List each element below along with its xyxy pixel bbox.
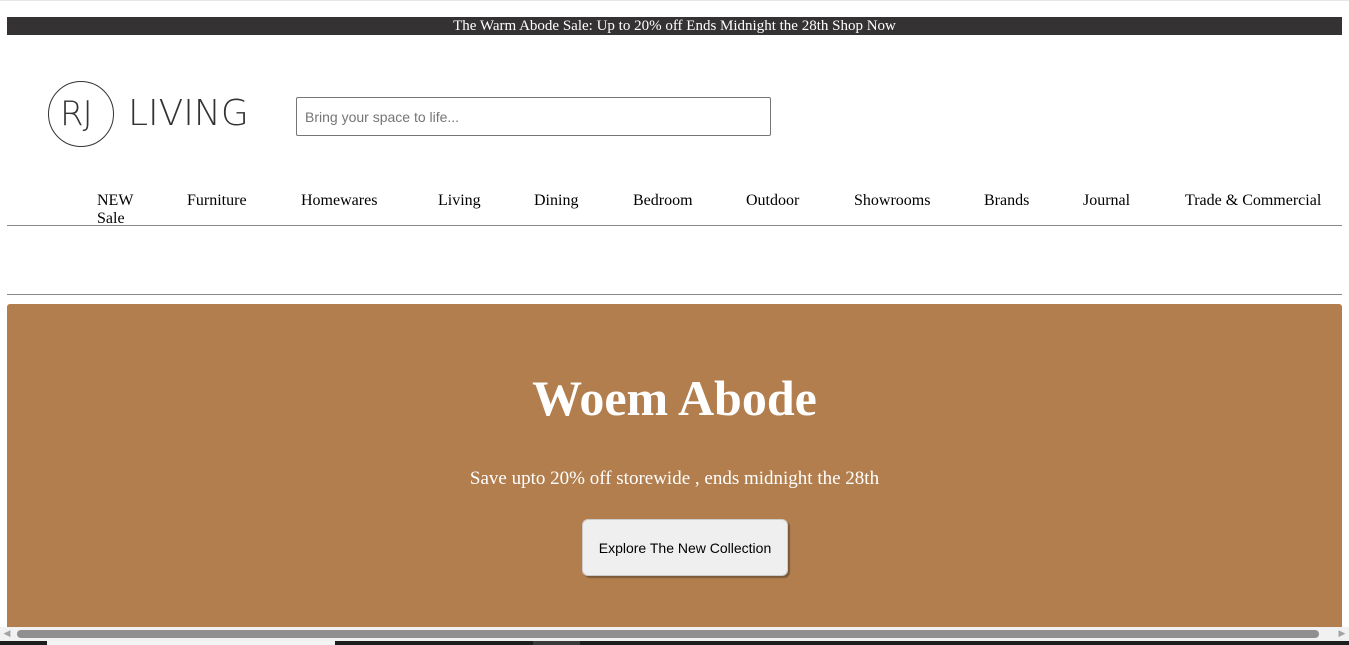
- nav-item-living[interactable]: Living: [438, 192, 481, 210]
- arrow-right-icon[interactable]: ▶: [1337, 629, 1347, 639]
- nav-item-furniture[interactable]: Furniture: [187, 192, 247, 210]
- nav-item-outdoor[interactable]: Outdoor: [746, 192, 799, 210]
- nav-item-showrooms[interactable]: Showrooms: [854, 192, 930, 210]
- scroll-thumb[interactable]: [17, 630, 1319, 638]
- hero-title: Woem Abode: [532, 370, 817, 426]
- logo-living-text: LIVING: [128, 93, 249, 134]
- nav-item-dining[interactable]: Dining: [534, 192, 578, 210]
- taskbar-strip: [0, 641, 1349, 645]
- explore-collection-button[interactable]: Explore The New Collection: [582, 519, 788, 576]
- taskbar-segment: [533, 641, 580, 645]
- nav-item-brands[interactable]: Brands: [984, 192, 1029, 210]
- nav-item-homewares[interactable]: Homewares: [301, 192, 377, 210]
- promo-banner[interactable]: The Warm Abode Sale: Up to 20% off Ends …: [7, 17, 1342, 35]
- rj-living-logo[interactable]: RJ LIVING: [48, 81, 258, 151]
- logo-rj-text: RJ: [60, 94, 93, 134]
- nav-item-trade-commercial[interactable]: Trade & Commercial: [1185, 192, 1321, 210]
- taskbar-segment: [47, 641, 335, 645]
- horizontal-scrollbar[interactable]: ◀ ▶: [0, 627, 1349, 641]
- search-input[interactable]: [296, 97, 771, 136]
- nav-item-new-sale[interactable]: NEW Sale: [97, 192, 137, 228]
- hero-banner: Woem Abode Save upto 20% off storewide ,…: [7, 304, 1342, 630]
- hero-subtitle: Save upto 20% off storewide , ends midni…: [469, 468, 880, 489]
- arrow-left-icon[interactable]: ◀: [2, 629, 12, 639]
- promo-text[interactable]: The Warm Abode Sale: Up to 20% off Ends …: [453, 17, 896, 35]
- nav-item-journal[interactable]: Journal: [1083, 192, 1130, 210]
- top-rule: [0, 0, 1349, 1]
- divider: [7, 294, 1342, 295]
- main-nav: NEW Sale Furniture Homewares Living Dini…: [7, 190, 1342, 228]
- nav-item-bedroom[interactable]: Bedroom: [633, 192, 693, 210]
